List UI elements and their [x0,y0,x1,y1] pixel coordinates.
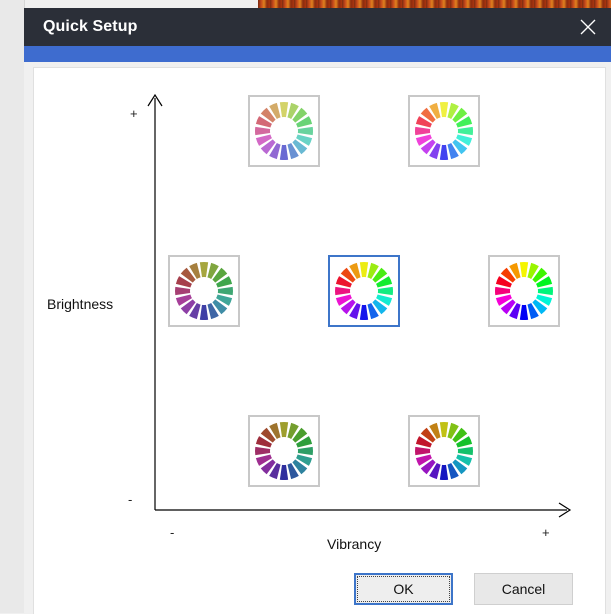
color-wheel-icon [415,102,473,160]
color-wheel-segment [439,464,449,480]
y-axis-minus-label: - [128,492,133,507]
color-wheel-segment [217,286,233,296]
title-bar: Quick Setup [24,8,611,46]
color-wheel-segment [199,262,209,278]
color-wheel-segment [415,446,431,456]
x-axis-label: Vibrancy [327,536,382,552]
color-wheel-segment [457,446,473,456]
color-wheel-segment [279,422,289,438]
preset-tile-normal-vivid[interactable] [488,255,560,327]
color-wheel-segment [297,446,313,456]
color-wheel-segment [415,126,431,136]
y-axis-plus-label: + [130,106,138,121]
color-wheel-segment [279,102,289,118]
preset-tile-bright-vivid[interactable] [408,95,480,167]
color-wheel-segment [495,286,511,296]
color-wheel-segment [279,464,289,480]
quick-setup-dialog: Quick Setup + - Brightness - + Vibrancy … [24,8,611,614]
color-wheel-segment [439,144,449,160]
color-wheel-segment [439,102,449,118]
color-wheel-icon [255,422,313,480]
preset-tile-dark-vivid[interactable] [408,415,480,487]
color-wheel-icon [495,262,553,320]
color-wheel-segment [377,286,393,296]
preset-tile-normal-normal[interactable] [328,255,400,327]
color-wheel-segment [175,286,191,296]
preset-tile-dark-muted[interactable] [248,415,320,487]
color-wheel-segment [537,286,553,296]
color-wheel-icon [335,262,393,320]
color-wheel-segment [519,304,529,320]
x-axis-minus-label: - [170,525,175,540]
preset-tile-bright-muted[interactable] [248,95,320,167]
color-wheel-segment [457,126,473,136]
close-icon [580,19,596,35]
color-wheel-icon [415,422,473,480]
dialog-title: Quick Setup [43,18,138,35]
color-wheel-segment [255,126,271,136]
preset-tile-normal-muted[interactable] [168,255,240,327]
color-wheel-segment [297,126,313,136]
color-wheel-segment [199,304,209,320]
cancel-button[interactable]: Cancel [474,573,573,605]
ok-button[interactable]: OK [354,573,453,605]
y-axis-label: Brightness [47,296,114,312]
close-button[interactable] [565,8,611,46]
color-wheel-segment [335,286,351,296]
background-app-edge [0,0,25,613]
color-wheel-segment [439,422,449,438]
color-wheel-segment [359,262,369,278]
color-wheel-icon [255,102,313,160]
color-wheel-segment [359,304,369,320]
color-wheel-icon [175,262,233,320]
accent-bar [24,46,611,62]
preset-grid-panel: + - Brightness - + Vibrancy OK Cancel [33,67,606,614]
x-axis-plus-label: + [542,525,550,540]
color-wheel-segment [255,446,271,456]
color-wheel-segment [519,262,529,278]
color-wheel-segment [279,144,289,160]
